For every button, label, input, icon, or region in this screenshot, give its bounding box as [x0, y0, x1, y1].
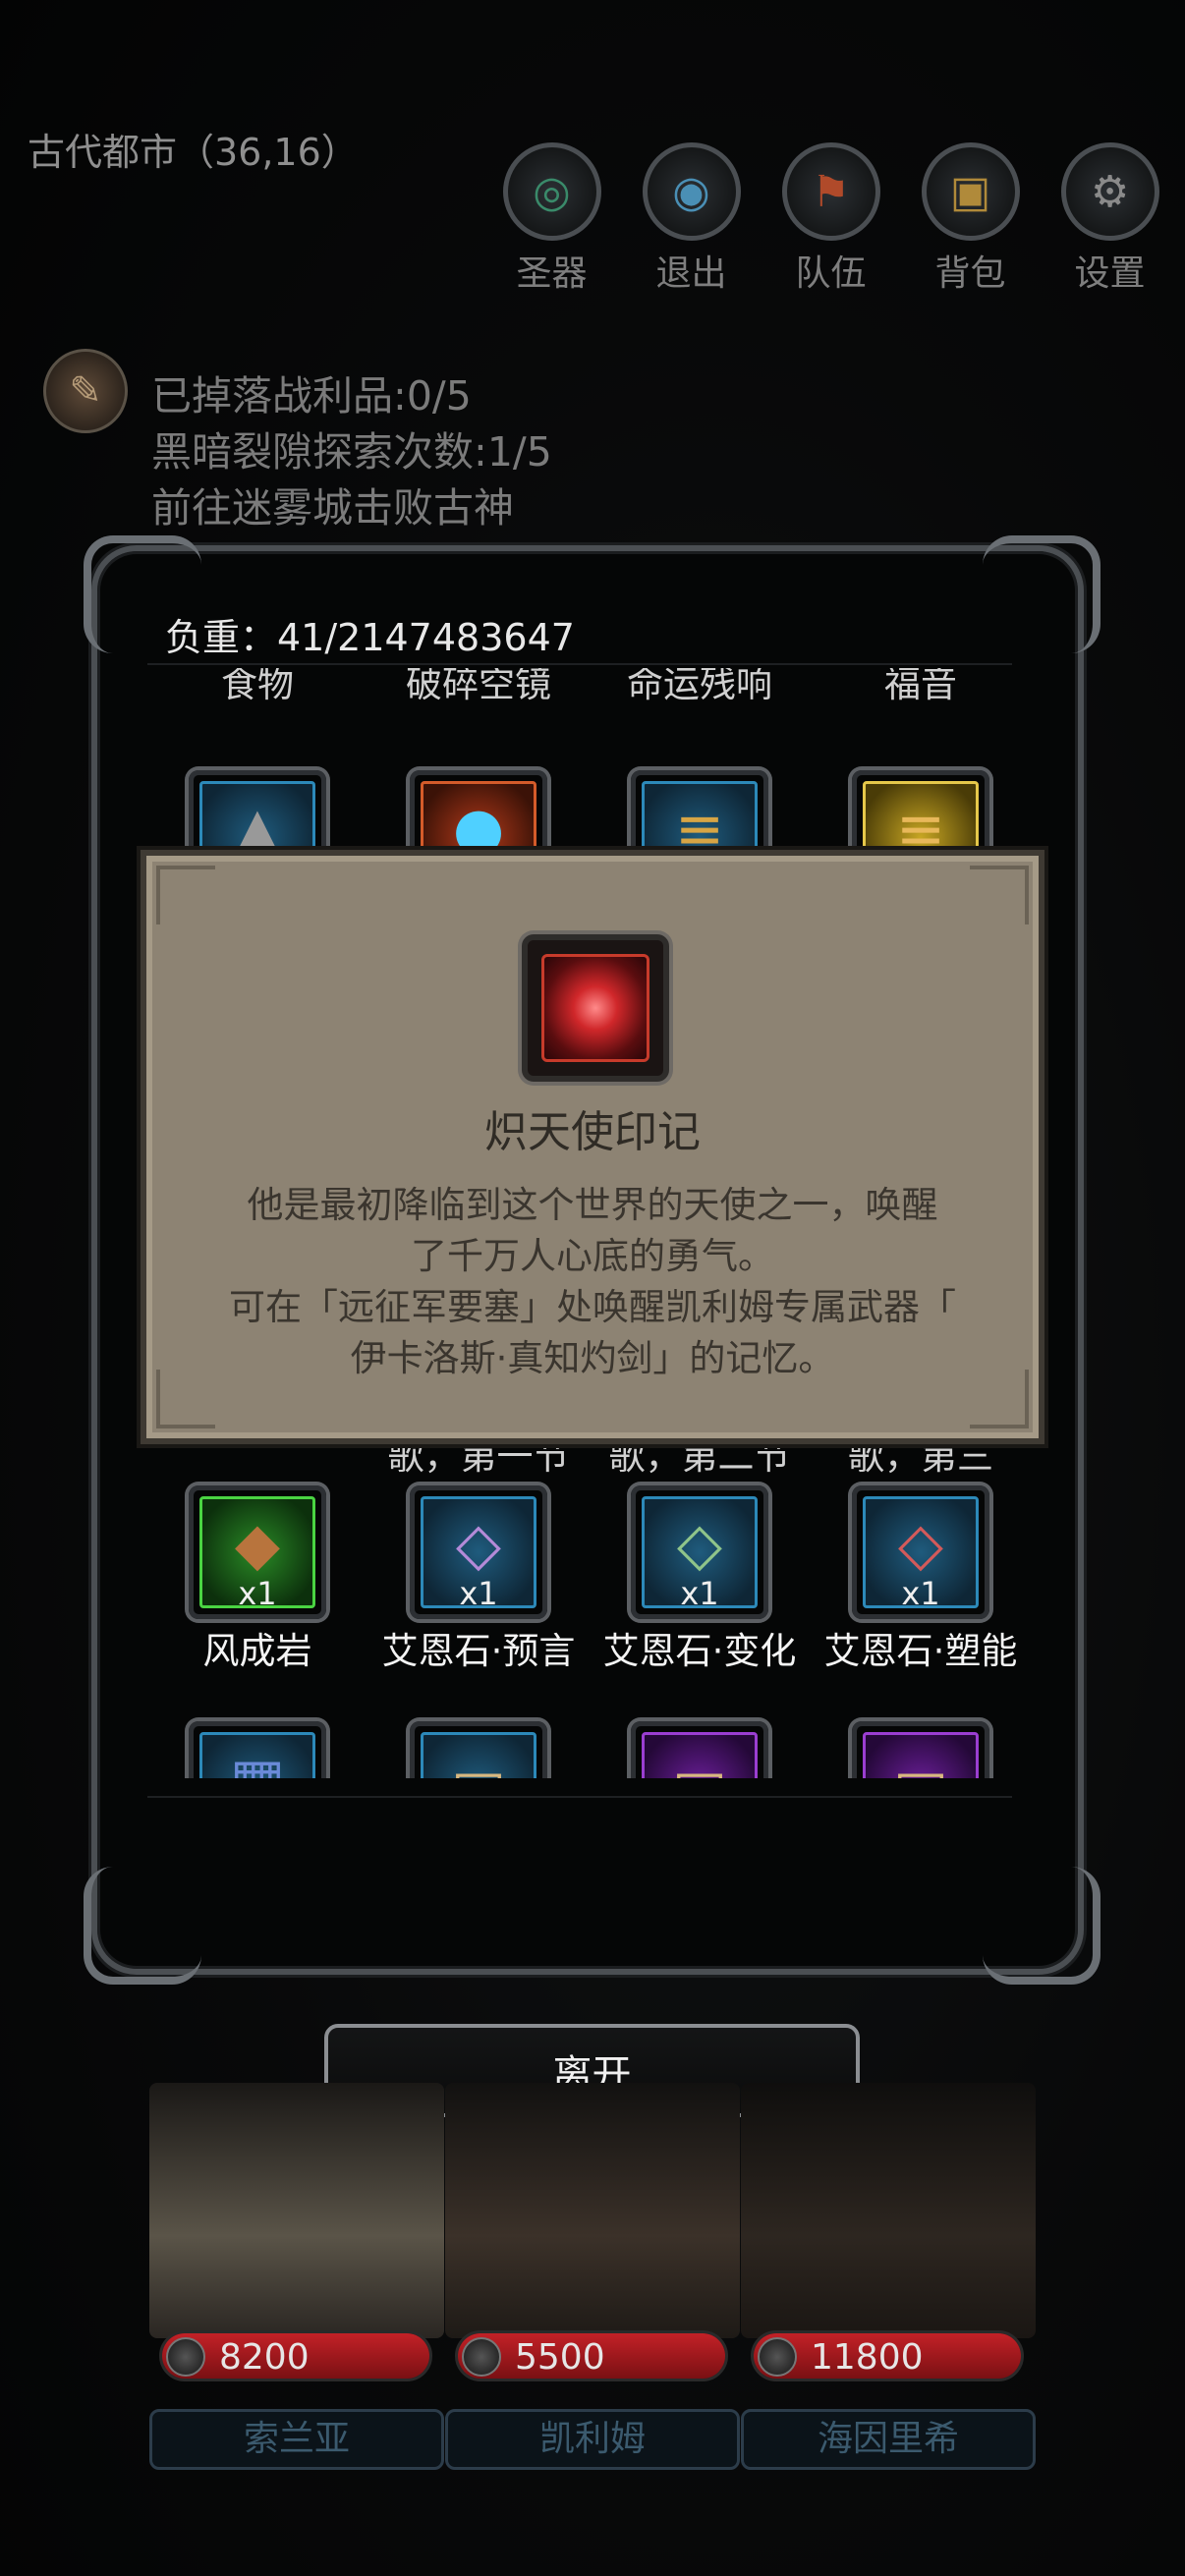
nav-artifact-button[interactable]: ◎ 圣器: [496, 142, 607, 296]
chest-icon: ▣: [921, 142, 1020, 241]
parchment-icon: ▭: [415, 1746, 542, 1778]
hero-name: 凯利姆: [445, 2409, 740, 2470]
item-slot-rune-change[interactable]: ◇ x1 艾恩石·变化: [601, 1485, 798, 1674]
item-slot[interactable]: ▭: [380, 1721, 577, 1778]
item-quantity: x1: [680, 1575, 719, 1612]
hero-name: 海因里希: [741, 2409, 1036, 2470]
panel-corner-ornament: [983, 1867, 1100, 1985]
swirl-icon: ◎: [502, 142, 601, 241]
tooltip-corner: [156, 866, 215, 924]
nav-label: 圣器: [516, 253, 588, 294]
hp-icon: [758, 2337, 797, 2377]
divider: [147, 663, 1012, 665]
item-label-partial: 福音: [884, 668, 957, 705]
hero-hp-value: 5500: [515, 2337, 605, 2378]
quest-line: 前往迷雾城击败古神: [151, 484, 514, 532]
hero-card-heinrich[interactable]: 11800 海因里希: [741, 2083, 1036, 2495]
hero-hp-value: 11800: [811, 2337, 924, 2378]
item-quantity: x1: [901, 1575, 940, 1612]
rune-stone-icon: ◇: [676, 1510, 723, 1579]
weight-label: 负重：41/2147483647: [165, 616, 575, 659]
item-label-partial: 破碎空镜: [406, 668, 551, 705]
parchment-icon: ▭: [636, 1746, 763, 1778]
gear-icon: ⚙: [1060, 142, 1159, 241]
portal-icon: ◉: [642, 142, 741, 241]
nav-team-button[interactable]: ⚑ 队伍: [775, 142, 886, 296]
hero-hp-bar: 8200: [159, 2330, 432, 2381]
item-name: 艾恩石·塑能: [823, 1630, 1018, 1672]
panel-corner-ornament: [983, 535, 1100, 653]
item-slot[interactable]: ▦: [159, 1721, 356, 1778]
item-name: 艾恩石·变化: [602, 1630, 797, 1672]
nav-bag-button[interactable]: ▣ 背包: [915, 142, 1026, 296]
hero-hp-value: 8200: [219, 2337, 310, 2378]
item-slot[interactable]: ▭: [822, 1721, 1019, 1778]
tooltip-desc-line: 伊卡洛斯·真知灼剑」的记忆。: [350, 1337, 835, 1379]
hero-name: 索兰亚: [149, 2409, 444, 2470]
hero-portrait: [445, 2083, 740, 2338]
tooltip-desc-line: 可在「远征军要塞」处唤醒凯利姆专属武器「: [229, 1286, 956, 1328]
hero-portrait: [149, 2083, 444, 2338]
nav-settings-button[interactable]: ⚙ 设置: [1054, 142, 1165, 296]
tooltip-corner: [970, 866, 1029, 924]
angel-seal-icon: [522, 934, 669, 1082]
nav-label: 队伍: [795, 253, 867, 294]
rune-stone-icon: ◇: [455, 1510, 502, 1579]
hero-card-kelim[interactable]: 5500 凯利姆: [445, 2083, 740, 2495]
panel-corner-ornament: [84, 1867, 201, 1985]
scroll-quill-icon: ✎: [43, 349, 128, 433]
parchment-icon: ▭: [857, 1746, 985, 1778]
team-banner-icon: ⚑: [781, 142, 880, 241]
item-slot-rune-shaping[interactable]: ◇ x1 艾恩石·塑能: [822, 1485, 1019, 1674]
quest-line: 已掉落战利品:0/5: [151, 372, 472, 420]
quest-line: 黑暗裂隙探索次数:1/5: [151, 428, 552, 476]
nav-exit-button[interactable]: ◉ 退出: [636, 142, 747, 296]
hp-icon: [462, 2337, 501, 2377]
tooltip-title: 炽天使印记: [484, 1107, 701, 1157]
item-name: 艾恩石·预言: [381, 1630, 576, 1672]
item-slot-rune-prophecy[interactable]: ◇ x1 艾恩石·预言: [380, 1485, 577, 1674]
nav-label: 退出: [655, 253, 727, 294]
item-slot-wind-rock[interactable]: ◆ x1 风成岩: [159, 1485, 356, 1674]
item-label-partial: 食物: [221, 668, 294, 705]
divider: [147, 1796, 1012, 1798]
item-label-partial: 命运残响: [627, 668, 772, 705]
hp-icon: [166, 2337, 205, 2377]
rune-stone-icon: ◇: [897, 1510, 944, 1579]
tooltip-desc-line: 他是最初降临到这个世界的天使之一，唤醒: [247, 1184, 938, 1226]
tooltip-desc-line: 了千万人心底的勇气。: [411, 1235, 774, 1277]
top-nav: ◎ 圣器 ◉ 退出 ⚑ 队伍 ▣ 背包 ⚙ 设置: [496, 142, 1165, 296]
item-quantity: x1: [238, 1575, 277, 1612]
rune-tablet-icon: ▦: [194, 1746, 321, 1778]
hero-portrait: [741, 2083, 1036, 2338]
item-quantity: x1: [459, 1575, 498, 1612]
game-screen: 古代都市（36,16） ◎ 圣器 ◉ 退出 ⚑ 队伍 ▣ 背包 ⚙ 设置 ✎ 已…: [0, 0, 1185, 2576]
rock-icon: ◆: [234, 1510, 281, 1579]
hero-hp-bar: 11800: [751, 2330, 1024, 2381]
nav-label: 背包: [934, 253, 1006, 294]
item-tooltip[interactable]: 炽天使印记 他是最初降临到这个世界的天使之一，唤醒 了千万人心底的勇气。 可在「…: [141, 850, 1044, 1444]
hero-hp-bar: 5500: [455, 2330, 728, 2381]
tooltip-description: 他是最初降临到这个世界的天使之一，唤醒 了千万人心底的勇气。 可在「远征军要塞」…: [186, 1180, 999, 1384]
nav-label: 设置: [1074, 253, 1146, 294]
item-name: 风成岩: [202, 1630, 312, 1672]
location-label: 古代都市（36,16）: [28, 131, 359, 174]
item-slot[interactable]: ▭: [601, 1721, 798, 1778]
hero-card-solanya[interactable]: 8200 索兰亚: [149, 2083, 444, 2495]
